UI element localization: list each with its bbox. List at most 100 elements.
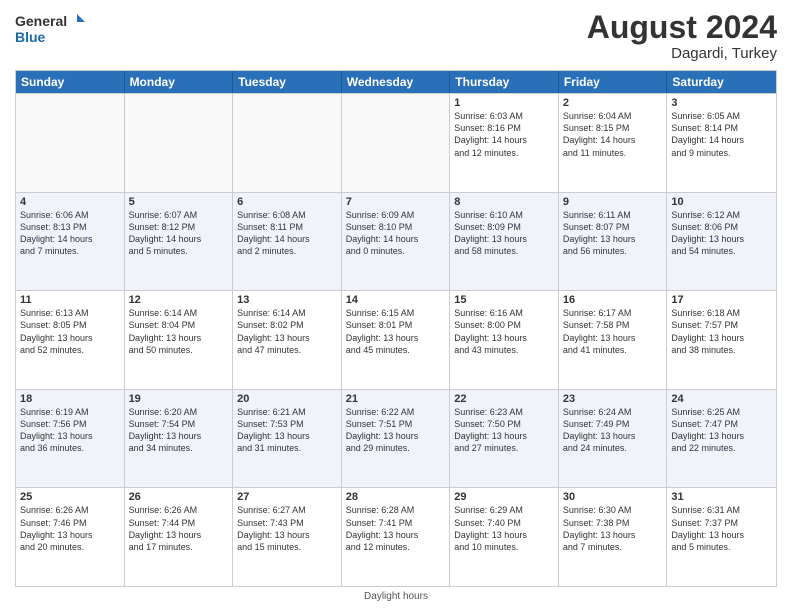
cal-cell-empty-0: [16, 94, 125, 192]
svg-text:General: General: [15, 13, 67, 29]
cal-cell-18: 18Sunrise: 6:19 AM Sunset: 7:56 PM Dayli…: [16, 390, 125, 488]
day-number: 22: [454, 393, 554, 405]
cell-info: Sunrise: 6:23 AM Sunset: 7:50 PM Dayligh…: [454, 406, 554, 455]
cal-cell-empty-3: [342, 94, 451, 192]
day-number: 2: [563, 97, 663, 109]
cell-info: Sunrise: 6:12 AM Sunset: 8:06 PM Dayligh…: [671, 209, 772, 258]
day-number: 11: [20, 294, 120, 306]
day-number: 17: [671, 294, 772, 306]
cell-info: Sunrise: 6:21 AM Sunset: 7:53 PM Dayligh…: [237, 406, 337, 455]
cal-cell-17: 17Sunrise: 6:18 AM Sunset: 7:57 PM Dayli…: [667, 291, 776, 389]
day-number: 24: [671, 393, 772, 405]
cal-cell-19: 19Sunrise: 6:20 AM Sunset: 7:54 PM Dayli…: [125, 390, 234, 488]
cell-info: Sunrise: 6:09 AM Sunset: 8:10 PM Dayligh…: [346, 209, 446, 258]
cal-cell-16: 16Sunrise: 6:17 AM Sunset: 7:58 PM Dayli…: [559, 291, 668, 389]
cell-info: Sunrise: 6:06 AM Sunset: 8:13 PM Dayligh…: [20, 209, 120, 258]
cell-info: Sunrise: 6:19 AM Sunset: 7:56 PM Dayligh…: [20, 406, 120, 455]
cell-info: Sunrise: 6:15 AM Sunset: 8:01 PM Dayligh…: [346, 307, 446, 356]
cell-info: Sunrise: 6:14 AM Sunset: 8:04 PM Dayligh…: [129, 307, 229, 356]
cell-info: Sunrise: 6:27 AM Sunset: 7:43 PM Dayligh…: [237, 504, 337, 553]
cal-cell-28: 28Sunrise: 6:28 AM Sunset: 7:41 PM Dayli…: [342, 488, 451, 586]
cal-cell-21: 21Sunrise: 6:22 AM Sunset: 7:51 PM Dayli…: [342, 390, 451, 488]
cell-info: Sunrise: 6:28 AM Sunset: 7:41 PM Dayligh…: [346, 504, 446, 553]
cal-header-cell-wednesday: Wednesday: [342, 71, 451, 93]
day-number: 6: [237, 196, 337, 208]
cell-info: Sunrise: 6:25 AM Sunset: 7:47 PM Dayligh…: [671, 406, 772, 455]
calendar-row-5: 25Sunrise: 6:26 AM Sunset: 7:46 PM Dayli…: [16, 487, 776, 586]
logo: General Blue: [15, 10, 85, 48]
cal-cell-5: 5Sunrise: 6:07 AM Sunset: 8:12 PM Daylig…: [125, 193, 234, 291]
day-number: 12: [129, 294, 229, 306]
day-number: 28: [346, 491, 446, 503]
day-number: 31: [671, 491, 772, 503]
cal-cell-2: 2Sunrise: 6:04 AM Sunset: 8:15 PM Daylig…: [559, 94, 668, 192]
day-number: 8: [454, 196, 554, 208]
cell-info: Sunrise: 6:13 AM Sunset: 8:05 PM Dayligh…: [20, 307, 120, 356]
day-number: 16: [563, 294, 663, 306]
cal-cell-20: 20Sunrise: 6:21 AM Sunset: 7:53 PM Dayli…: [233, 390, 342, 488]
day-number: 13: [237, 294, 337, 306]
day-number: 4: [20, 196, 120, 208]
day-number: 15: [454, 294, 554, 306]
cell-info: Sunrise: 6:04 AM Sunset: 8:15 PM Dayligh…: [563, 110, 663, 159]
cal-cell-24: 24Sunrise: 6:25 AM Sunset: 7:47 PM Dayli…: [667, 390, 776, 488]
cal-header-cell-friday: Friday: [559, 71, 668, 93]
day-number: 9: [563, 196, 663, 208]
cal-cell-30: 30Sunrise: 6:30 AM Sunset: 7:38 PM Dayli…: [559, 488, 668, 586]
cal-cell-26: 26Sunrise: 6:26 AM Sunset: 7:44 PM Dayli…: [125, 488, 234, 586]
cal-cell-31: 31Sunrise: 6:31 AM Sunset: 7:37 PM Dayli…: [667, 488, 776, 586]
title-block: August 2024 Dagardi, Turkey: [587, 10, 777, 62]
calendar-row-4: 18Sunrise: 6:19 AM Sunset: 7:56 PM Dayli…: [16, 389, 776, 488]
day-number: 14: [346, 294, 446, 306]
day-number: 1: [454, 97, 554, 109]
footer-note: Daylight hours: [15, 591, 777, 602]
cal-cell-10: 10Sunrise: 6:12 AM Sunset: 8:06 PM Dayli…: [667, 193, 776, 291]
cal-cell-8: 8Sunrise: 6:10 AM Sunset: 8:09 PM Daylig…: [450, 193, 559, 291]
cell-info: Sunrise: 6:17 AM Sunset: 7:58 PM Dayligh…: [563, 307, 663, 356]
calendar: SundayMondayTuesdayWednesdayThursdayFrid…: [15, 70, 777, 587]
day-number: 26: [129, 491, 229, 503]
cell-info: Sunrise: 6:14 AM Sunset: 8:02 PM Dayligh…: [237, 307, 337, 356]
cal-cell-15: 15Sunrise: 6:16 AM Sunset: 8:00 PM Dayli…: [450, 291, 559, 389]
day-number: 29: [454, 491, 554, 503]
cal-header-cell-thursday: Thursday: [450, 71, 559, 93]
cell-info: Sunrise: 6:30 AM Sunset: 7:38 PM Dayligh…: [563, 504, 663, 553]
cal-cell-13: 13Sunrise: 6:14 AM Sunset: 8:02 PM Dayli…: [233, 291, 342, 389]
day-number: 7: [346, 196, 446, 208]
cal-cell-3: 3Sunrise: 6:05 AM Sunset: 8:14 PM Daylig…: [667, 94, 776, 192]
cell-info: Sunrise: 6:05 AM Sunset: 8:14 PM Dayligh…: [671, 110, 772, 159]
cal-header-cell-sunday: Sunday: [16, 71, 125, 93]
cell-info: Sunrise: 6:11 AM Sunset: 8:07 PM Dayligh…: [563, 209, 663, 258]
cell-info: Sunrise: 6:29 AM Sunset: 7:40 PM Dayligh…: [454, 504, 554, 553]
cal-cell-7: 7Sunrise: 6:09 AM Sunset: 8:10 PM Daylig…: [342, 193, 451, 291]
cal-header-cell-tuesday: Tuesday: [233, 71, 342, 93]
calendar-row-2: 4Sunrise: 6:06 AM Sunset: 8:13 PM Daylig…: [16, 192, 776, 291]
cell-info: Sunrise: 6:10 AM Sunset: 8:09 PM Dayligh…: [454, 209, 554, 258]
cal-cell-6: 6Sunrise: 6:08 AM Sunset: 8:11 PM Daylig…: [233, 193, 342, 291]
calendar-row-3: 11Sunrise: 6:13 AM Sunset: 8:05 PM Dayli…: [16, 290, 776, 389]
cal-cell-4: 4Sunrise: 6:06 AM Sunset: 8:13 PM Daylig…: [16, 193, 125, 291]
calendar-row-1: 1Sunrise: 6:03 AM Sunset: 8:16 PM Daylig…: [16, 93, 776, 192]
day-number: 23: [563, 393, 663, 405]
cal-cell-29: 29Sunrise: 6:29 AM Sunset: 7:40 PM Dayli…: [450, 488, 559, 586]
cal-cell-25: 25Sunrise: 6:26 AM Sunset: 7:46 PM Dayli…: [16, 488, 125, 586]
day-number: 19: [129, 393, 229, 405]
cell-info: Sunrise: 6:18 AM Sunset: 7:57 PM Dayligh…: [671, 307, 772, 356]
day-number: 25: [20, 491, 120, 503]
day-number: 27: [237, 491, 337, 503]
day-number: 3: [671, 97, 772, 109]
page: General Blue August 2024 Dagardi, Turkey…: [0, 0, 792, 612]
cell-info: Sunrise: 6:26 AM Sunset: 7:44 PM Dayligh…: [129, 504, 229, 553]
svg-text:Blue: Blue: [15, 29, 46, 45]
day-number: 18: [20, 393, 120, 405]
cell-info: Sunrise: 6:07 AM Sunset: 8:12 PM Dayligh…: [129, 209, 229, 258]
cal-cell-27: 27Sunrise: 6:27 AM Sunset: 7:43 PM Dayli…: [233, 488, 342, 586]
logo-svg: General Blue: [15, 10, 85, 48]
cal-header-cell-saturday: Saturday: [667, 71, 776, 93]
cal-cell-14: 14Sunrise: 6:15 AM Sunset: 8:01 PM Dayli…: [342, 291, 451, 389]
month-year-title: August 2024: [587, 10, 777, 45]
cal-cell-empty-2: [233, 94, 342, 192]
cal-cell-11: 11Sunrise: 6:13 AM Sunset: 8:05 PM Dayli…: [16, 291, 125, 389]
cell-info: Sunrise: 6:03 AM Sunset: 8:16 PM Dayligh…: [454, 110, 554, 159]
cell-info: Sunrise: 6:31 AM Sunset: 7:37 PM Dayligh…: [671, 504, 772, 553]
